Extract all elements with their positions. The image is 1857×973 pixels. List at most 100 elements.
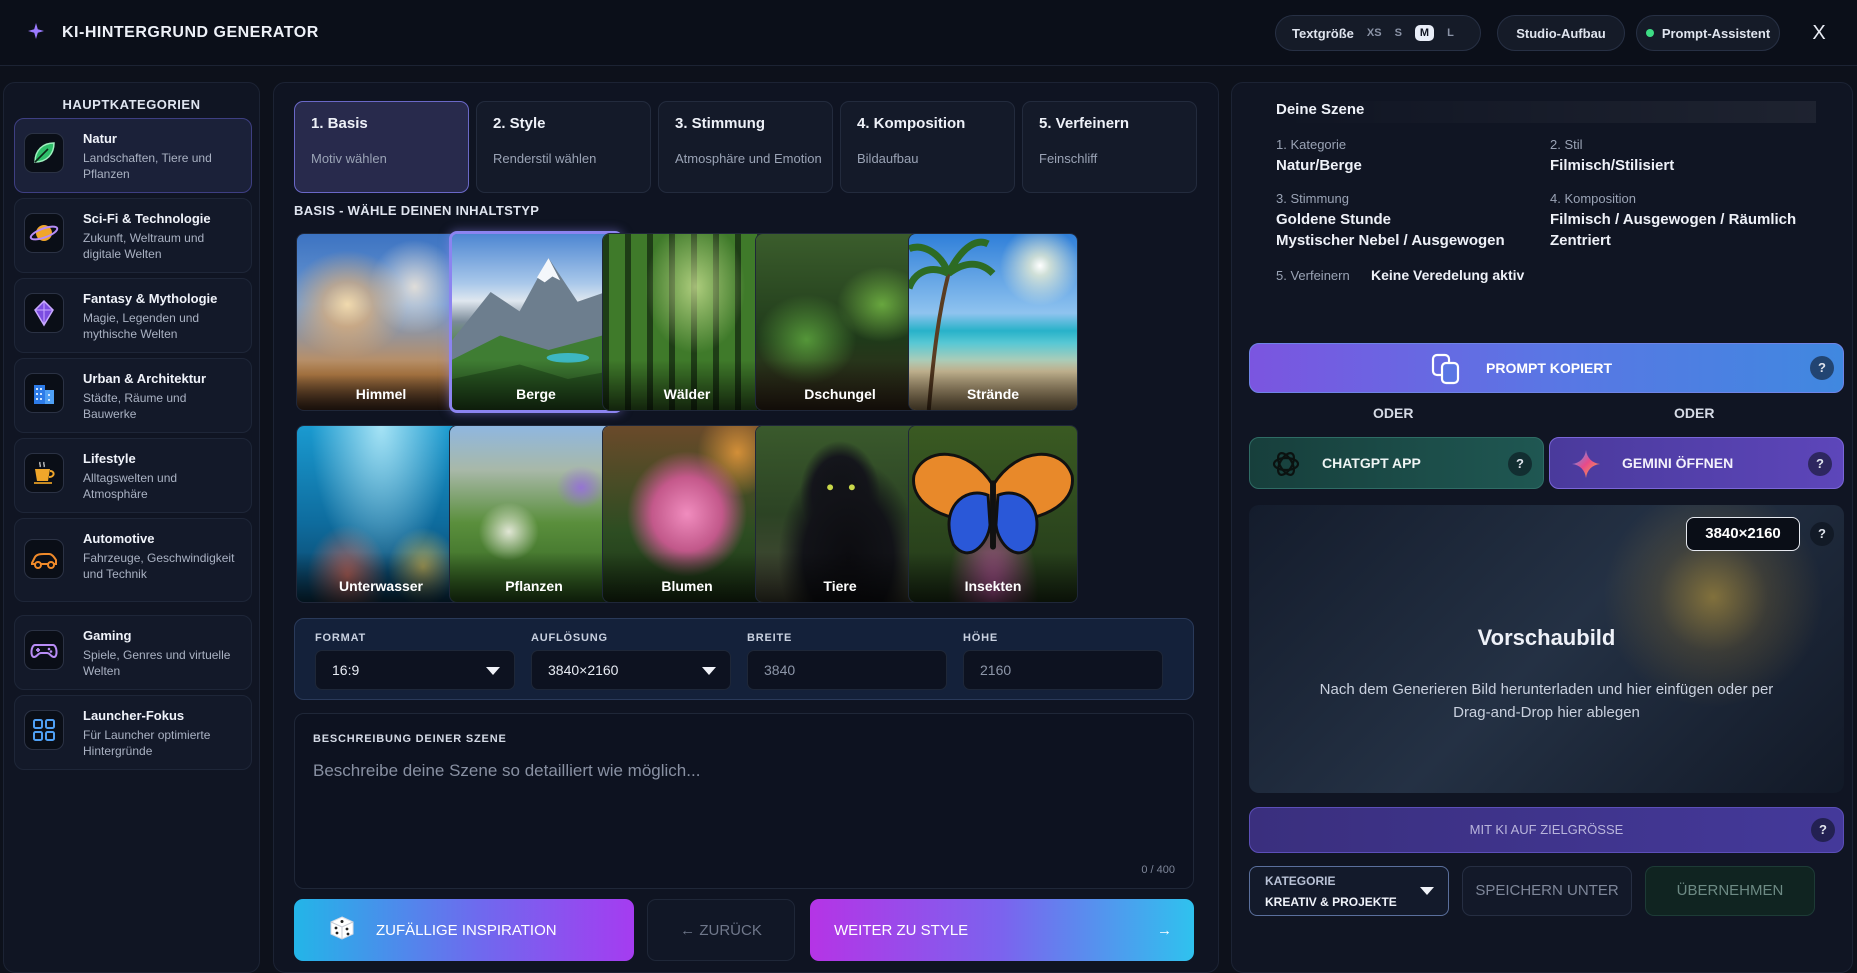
gemini-open-button[interactable]: GEMINI ÖFFNEN ? [1549, 437, 1844, 489]
copy-prompt-button[interactable]: PROMPT KOPIERT ? [1249, 343, 1844, 393]
car-icon [24, 539, 64, 579]
description-title: BESCHREIBUNG DEINER SZENE [313, 733, 507, 745]
arrow-right-icon: → [1157, 921, 1172, 939]
motif-card-berge[interactable]: Berge [449, 231, 623, 413]
copy-icon [1430, 352, 1462, 389]
tab-komposition[interactable]: 4. Komposition Bildaufbau [840, 101, 1015, 193]
tab-title: 2. Style [493, 115, 546, 132]
crystal-icon [24, 293, 64, 333]
tab-basis[interactable]: 1. Basis Motiv wählen [294, 101, 469, 193]
text-size-m-button[interactable]: M [1414, 25, 1435, 41]
motif-card-himmel[interactable]: Himmel [296, 233, 466, 411]
width-field[interactable]: 3840 [747, 650, 947, 690]
close-button[interactable]: X [1806, 19, 1832, 47]
resolution-select[interactable]: 3840×2160 [531, 650, 731, 690]
back-button[interactable]: ← ZURÜCK [647, 899, 795, 961]
apply-button[interactable]: ÜBERNEHMEN [1645, 866, 1815, 916]
help-icon[interactable]: ? [1808, 452, 1832, 476]
sidebar-item-launcher[interactable]: Launcher-Fokus Für Launcher optimierte H… [14, 695, 252, 770]
format-select[interactable]: 16:9 [315, 650, 515, 690]
style-summary-value: Filmisch/Stilisiert [1550, 157, 1675, 174]
wizard-panel: 1. Basis Motiv wählen 2. Style Rendersti… [273, 82, 1219, 973]
category-summary-label: 1. Kategorie [1276, 137, 1347, 152]
scene-panel: Deine Szene 1. Kategorie Natur/Berge 2. … [1231, 82, 1853, 973]
help-icon[interactable]: ? [1810, 522, 1834, 546]
prompt-assistant-button[interactable]: Prompt-Assistent [1636, 15, 1780, 51]
text-size-xs-button[interactable]: XS [1367, 27, 1382, 39]
sidebar-item-desc: Städte, Räume und Bauwerke [83, 391, 187, 421]
app-title: KI-HINTERGRUND GENERATOR [62, 24, 319, 41]
motif-card-blumen[interactable]: Blumen [602, 425, 772, 603]
sidebar-item-urban[interactable]: Urban & Architektur Städte, Räume und Ba… [14, 358, 252, 433]
motif-card-unterwasser[interactable]: Unterwasser [296, 425, 466, 603]
mood-summary-value-2: Mystischer Nebel / Ausgewogen [1276, 232, 1505, 249]
motif-label: Blumen [603, 552, 771, 602]
tab-title: 3. Stimmung [675, 115, 766, 132]
dice-icon [328, 914, 356, 946]
sidebar-item-desc: Zukunft, Weltraum und digitale Welten [83, 231, 205, 261]
studio-layout-button[interactable]: Studio-Aufbau [1497, 15, 1625, 51]
tab-subtitle: Feinschliff [1039, 151, 1098, 166]
composition-summary-label: 4. Komposition [1550, 191, 1636, 206]
resolution-value: 3840×2160 [548, 662, 619, 678]
motif-card-straende[interactable]: Strände [908, 233, 1078, 411]
format-label: FORMAT [315, 632, 367, 644]
style-summary-label: 2. Stil [1550, 137, 1583, 152]
description-box: BESCHREIBUNG DEINER SZENE 0 / 400 [294, 713, 1194, 889]
motif-label: Himmel [297, 360, 465, 410]
ai-upscale-label: MIT KI AUF ZIELGRÖSSE [1469, 822, 1624, 837]
random-inspiration-button[interactable]: ZUFÄLLIGE INSPIRATION [294, 899, 634, 961]
sidebar-item-automotive[interactable]: Automotive Fahrzeuge, Geschwindigkeit un… [14, 518, 252, 602]
sidebar-item-natur[interactable]: Natur Landschaften, Tiere und Pflanzen [14, 118, 252, 193]
motif-card-waelder[interactable]: Wälder [602, 233, 772, 411]
category-select[interactable]: KATEGORIE KREATIV & PROJEKTE [1249, 866, 1449, 916]
width-label: BREITE [747, 632, 793, 644]
save-as-button[interactable]: SPEICHERN UNTER [1462, 866, 1632, 916]
sidebar-item-scifi[interactable]: Sci-Fi & Technologie Zukunft, Weltraum u… [14, 198, 252, 273]
leaf-icon [24, 133, 64, 173]
help-icon[interactable]: ? [1811, 818, 1835, 842]
category-sidebar: HAUPTKATEGORIEN Natur Landschaften, Tier… [3, 82, 260, 973]
section-heading: BASIS - WÄHLE DEINEN INHALTSTYP [294, 203, 540, 218]
help-icon[interactable]: ? [1508, 452, 1532, 476]
character-counter: 0 / 400 [1141, 864, 1175, 876]
sidebar-item-gaming[interactable]: Gaming Spiele, Genres und virtuelle Welt… [14, 615, 252, 690]
motif-label: Strände [909, 360, 1077, 410]
composition-summary-value-2: Zentriert [1550, 232, 1611, 249]
motif-label: Tiere [756, 552, 924, 602]
motif-card-dschungel[interactable]: Dschungel [755, 233, 925, 411]
tab-verfeinern[interactable]: 5. Verfeinern Feinschliff [1022, 101, 1197, 193]
chatgpt-logo-icon [1270, 448, 1302, 483]
text-size-l-button[interactable]: L [1447, 27, 1454, 39]
sidebar-item-desc: Alltagswelten und Atmosphäre [83, 471, 178, 501]
sidebar-item-lifestyle[interactable]: Lifestyle Alltagswelten und Atmosphäre [14, 438, 252, 513]
motif-label: Berge [452, 360, 620, 410]
motif-card-tiere[interactable]: Tiere [755, 425, 925, 603]
next-to-style-button[interactable]: WEITER ZU STYLE → [810, 899, 1194, 961]
motif-label: Dschungel [756, 360, 924, 410]
ai-upscale-button[interactable]: MIT KI AUF ZIELGRÖSSE ? [1249, 807, 1844, 853]
chevron-down-icon [486, 667, 500, 675]
chatgpt-app-button[interactable]: CHATGPT APP ? [1249, 437, 1544, 489]
preview-dropzone[interactable]: 3840×2160 ? Vorschaubild Nach dem Generi… [1249, 505, 1844, 793]
height-field[interactable]: 2160 [963, 650, 1163, 690]
building-icon [24, 373, 64, 413]
tab-title: 1. Basis [311, 115, 368, 132]
text-size-s-button[interactable]: S [1395, 27, 1402, 39]
chatgpt-label: CHATGPT APP [1322, 455, 1421, 471]
description-input[interactable] [313, 756, 1173, 786]
motif-label: Insekten [909, 552, 1077, 602]
sidebar-item-name: Urban & Architektur [83, 371, 207, 386]
tab-stimmung[interactable]: 3. Stimmung Atmosphäre und Emotion [658, 101, 833, 193]
tab-title: 4. Komposition [857, 115, 966, 132]
preview-title: Vorschaubild [1477, 625, 1616, 650]
tab-style[interactable]: 2. Style Renderstil wählen [476, 101, 651, 193]
sidebar-item-fantasy[interactable]: Fantasy & Mythologie Magie, Legenden und… [14, 278, 252, 353]
back-label: ← ZURÜCK [680, 921, 762, 939]
prompt-assistant-label: Prompt-Assistent [1661, 25, 1771, 41]
help-icon[interactable]: ? [1810, 356, 1834, 380]
category-summary-value: Natur/Berge [1276, 157, 1362, 174]
studio-layout-label: Studio-Aufbau [1516, 25, 1606, 41]
motif-card-insekten[interactable]: Insekten [908, 425, 1078, 603]
motif-card-pflanzen[interactable]: Pflanzen [449, 425, 619, 603]
